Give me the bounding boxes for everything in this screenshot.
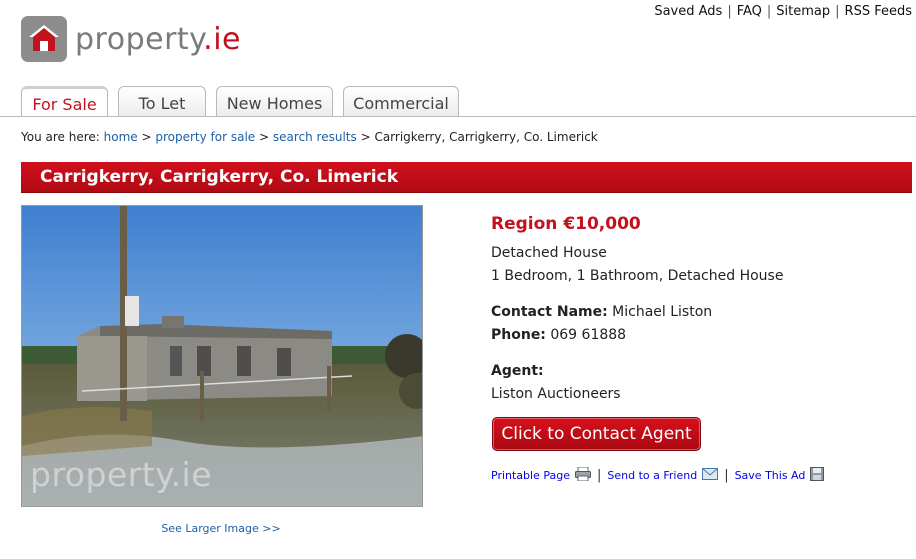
printable-page-link[interactable]: Printable Page (491, 469, 570, 482)
tab-new-homes[interactable]: New Homes (216, 86, 333, 116)
tab-to-let[interactable]: To Let (118, 86, 206, 116)
phone-number: 069 61888 (550, 327, 627, 343)
save-this-ad-link[interactable]: Save This Ad (735, 469, 806, 482)
contact-name: Michael Liston (612, 304, 713, 320)
breadcrumb-prefix: You are here: (21, 130, 100, 144)
sitemap-link[interactable]: Sitemap (776, 4, 830, 19)
envelope-icon[interactable] (702, 468, 719, 483)
contact-row: Contact Name: Michael Liston (491, 301, 783, 324)
tab-for-sale[interactable]: For Sale (21, 86, 108, 116)
breadcrumb-home-link[interactable]: home (104, 130, 138, 144)
price: Region €10,000 (491, 214, 641, 234)
listing-actions: Printable Page | Send to a Friend | Save… (491, 466, 825, 484)
top-links: Saved Ads | FAQ | Sitemap | RSS Feeds (654, 4, 912, 19)
property-summary: 1 Bedroom, 1 Bathroom, Detached House (491, 268, 784, 284)
breadcrumb: You are here: home > property for sale >… (21, 130, 598, 144)
floppy-disk-icon[interactable] (810, 467, 825, 484)
send-to-friend-link[interactable]: Send to a Friend (607, 469, 697, 482)
listing-title: Carrigkerry, Carrigkerry, Co. Limerick (21, 162, 912, 193)
breadcrumb-search-results-link[interactable]: search results (273, 130, 357, 144)
breadcrumb-current: Carrigkerry, Carrigkerry, Co. Limerick (374, 130, 598, 144)
see-larger-image-link[interactable]: See Larger Image >> (0, 522, 442, 535)
agent-label: Agent: (491, 363, 544, 379)
photo-watermark: property.ie (30, 455, 213, 494)
contact-agent-button[interactable]: Click to Contact Agent (492, 417, 701, 451)
tab-divider (0, 116, 916, 117)
main-tabs: For Sale To Let New Homes Commercial (21, 86, 469, 116)
tab-commercial[interactable]: Commercial (343, 86, 459, 116)
faq-link[interactable]: FAQ (737, 4, 762, 19)
rss-feeds-link[interactable]: RSS Feeds (845, 4, 912, 19)
house-logo-icon (21, 16, 67, 62)
listing-details: Region €10,000 Detached House 1 Bedroom,… (491, 214, 783, 406)
property-type: Detached House (491, 245, 607, 261)
saved-ads-link[interactable]: Saved Ads (654, 4, 722, 19)
phone-label: Phone: (491, 327, 546, 343)
site-logo[interactable]: property.ie (21, 15, 241, 63)
logo-wordmark: property.ie (75, 21, 241, 57)
listing-photo[interactable]: property.ie (21, 205, 423, 507)
phone-row: Phone: 069 61888 (491, 324, 783, 347)
breadcrumb-for-sale-link[interactable]: property for sale (155, 130, 255, 144)
contact-label: Contact Name: (491, 304, 608, 320)
agent-name: Liston Auctioneers (491, 386, 621, 402)
printer-icon[interactable] (574, 466, 591, 484)
